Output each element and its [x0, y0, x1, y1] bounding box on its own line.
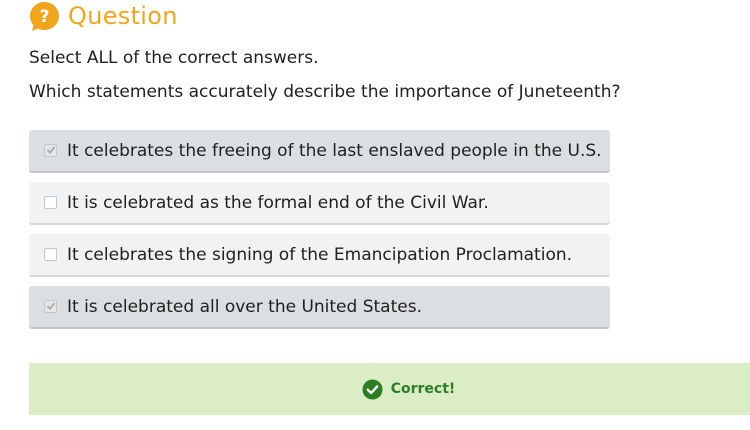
check-circle-icon: [362, 379, 383, 399]
answer-checkbox[interactable]: [44, 196, 57, 209]
answer-option[interactable]: It is celebrated as the formal end of th…: [29, 182, 610, 225]
feedback-text: Correct!: [390, 381, 456, 397]
checkmark-icon: [46, 302, 56, 310]
header-title: Question: [68, 2, 178, 30]
question-header: ? Question: [29, 0, 178, 32]
answer-label: It is celebrated as the formal end of th…: [67, 192, 489, 213]
answer-option[interactable]: It celebrates the signing of the Emancip…: [29, 234, 610, 277]
question-mark-icon: ?: [30, 1, 59, 31]
feedback-content: Correct!: [362, 379, 456, 400]
instruction-text: Select ALL of the correct answers.: [29, 48, 319, 68]
answer-label: It is celebrated all over the United Sta…: [67, 296, 422, 317]
answer-option[interactable]: It celebrates the freeing of the last en…: [29, 130, 610, 173]
checkmark-icon: [46, 146, 56, 154]
feedback-banner: Correct!: [29, 363, 750, 415]
answer-options: It celebrates the freeing of the last en…: [29, 130, 610, 338]
answer-label: It celebrates the freeing of the last en…: [67, 140, 602, 161]
answer-option[interactable]: It is celebrated all over the United Sta…: [29, 286, 610, 329]
answer-checkbox[interactable]: [44, 248, 57, 261]
answer-label: It celebrates the signing of the Emancip…: [67, 244, 573, 265]
answer-checkbox[interactable]: [44, 300, 57, 313]
answer-checkbox[interactable]: [44, 144, 57, 157]
question-page: ? Question Select ALL of the correct ans…: [0, 0, 750, 430]
question-prompt: Which statements accurately describe the…: [29, 82, 621, 102]
svg-text:?: ?: [40, 7, 50, 27]
